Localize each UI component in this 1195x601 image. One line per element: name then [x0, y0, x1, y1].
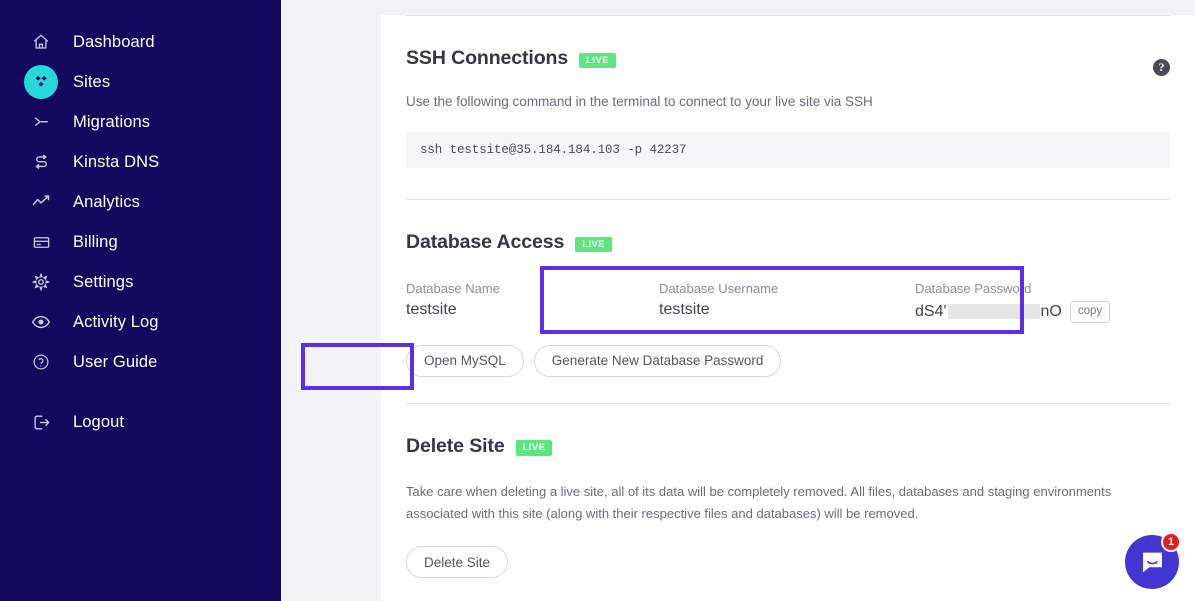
settings-card: SSH Connections LIVE ? Use the following…	[381, 15, 1195, 601]
analytics-icon	[24, 185, 58, 219]
password-redaction	[947, 304, 1040, 320]
intercom-unread-badge: 1	[1161, 532, 1181, 552]
help-icon[interactable]: ?	[1153, 59, 1170, 76]
ssh-connections-section: SSH Connections LIVE ? Use the following…	[406, 16, 1170, 168]
database-username-field: Database Username testsite	[659, 281, 915, 323]
database-fields-grid: Database Name testsite Database Username…	[406, 281, 1170, 323]
chat-bubble-icon	[1142, 552, 1162, 572]
delete-section-title: Delete Site	[406, 434, 505, 457]
status-badge: LIVE	[575, 236, 612, 253]
sidebar-item-kinsta-dns[interactable]: Kinsta DNS	[0, 142, 281, 182]
field-label: Database Name	[406, 280, 500, 296]
sidebar-item-migrations[interactable]: Migrations	[0, 102, 281, 142]
sidebar-item-label: Activity Log	[73, 312, 159, 331]
database-section-header: Database Access LIVE	[406, 200, 1170, 254]
question-circle-icon	[24, 345, 58, 379]
sidebar-item-analytics[interactable]: Analytics	[0, 182, 281, 222]
database-password-field: Database Password dS4' nO copy	[915, 281, 1168, 323]
generate-new-database-password-button[interactable]: Generate New Database Password	[533, 344, 782, 377]
main-content: SSH Connections LIVE ? Use the following…	[281, 0, 1195, 601]
delete-section-header: Delete Site LIVE	[406, 404, 1170, 458]
sidebar-item-label: Analytics	[73, 192, 140, 211]
field-label: Database Password	[915, 280, 1032, 296]
sidebar-item-label: Migrations	[73, 112, 151, 131]
database-access-section: Database Access LIVE Database Name tests…	[406, 200, 1170, 377]
sidebar-item-label: Billing	[73, 232, 118, 251]
eye-icon	[24, 305, 58, 339]
password-prefix: dS4'	[915, 302, 947, 320]
sidebar-item-billing[interactable]: Billing	[0, 222, 281, 262]
logout-icon	[24, 405, 58, 439]
field-label: Database Username	[659, 280, 779, 296]
gear-icon	[24, 265, 58, 299]
database-name-field: Database Name testsite	[406, 281, 659, 323]
ssh-section-title: SSH Connections	[406, 47, 569, 69]
sidebar-item-label: Sites	[73, 72, 111, 91]
sidebar-item-dashboard[interactable]: Dashboard	[0, 22, 281, 62]
database-actions: Open MySQL Generate New Database Passwor…	[406, 344, 1170, 377]
ssh-description: Use the following command in the termina…	[406, 94, 873, 109]
sidebar-item-label: Logout	[73, 412, 125, 431]
sidebar-item-logout[interactable]: Logout	[0, 402, 281, 442]
sidebar-item-settings[interactable]: Settings	[0, 262, 281, 302]
copy-password-button[interactable]: copy	[1069, 300, 1111, 323]
dns-icon	[24, 145, 58, 179]
migrations-icon	[24, 105, 58, 139]
status-badge: LIVE	[515, 440, 553, 456]
sidebar-item-label: Kinsta DNS	[73, 152, 160, 171]
page-root: Dashboard Sites Migrations Kinsta DNS An	[0, 0, 1195, 601]
ssh-command-block[interactable]: ssh testsite@35.184.184.103 -p 42237	[406, 131, 1170, 168]
sites-icon	[24, 65, 58, 99]
field-value: testsite	[406, 300, 457, 318]
sidebar-item-label: Settings	[73, 272, 134, 291]
delete-site-button[interactable]: Delete Site	[406, 546, 509, 579]
home-icon	[24, 25, 58, 59]
delete-actions: Delete Site	[406, 546, 1170, 579]
ssh-section-header: SSH Connections LIVE ?	[406, 16, 1170, 76]
sidebar-item-user-guide[interactable]: User Guide	[0, 342, 281, 382]
sidebar-item-sites[interactable]: Sites	[0, 62, 281, 102]
sidebar: Dashboard Sites Migrations Kinsta DNS An	[0, 0, 281, 601]
sidebar-item-activity-log[interactable]: Activity Log	[0, 302, 281, 342]
open-mysql-button[interactable]: Open MySQL	[406, 344, 524, 377]
billing-icon	[24, 225, 58, 259]
status-badge: LIVE	[579, 52, 616, 69]
intercom-launcher[interactable]: 1	[1125, 532, 1181, 589]
sidebar-item-label: Dashboard	[73, 32, 155, 51]
database-section-title: Database Access	[406, 230, 565, 253]
field-value: testsite	[659, 300, 710, 318]
delete-description: Take care when deleting a live site, all…	[406, 483, 1112, 522]
field-value: dS4' nO copy	[915, 300, 1168, 323]
sidebar-item-label: User Guide	[73, 352, 158, 371]
delete-site-section: Delete Site LIVE Take care when deleting…	[406, 404, 1170, 579]
password-suffix: nO	[1040, 302, 1062, 320]
